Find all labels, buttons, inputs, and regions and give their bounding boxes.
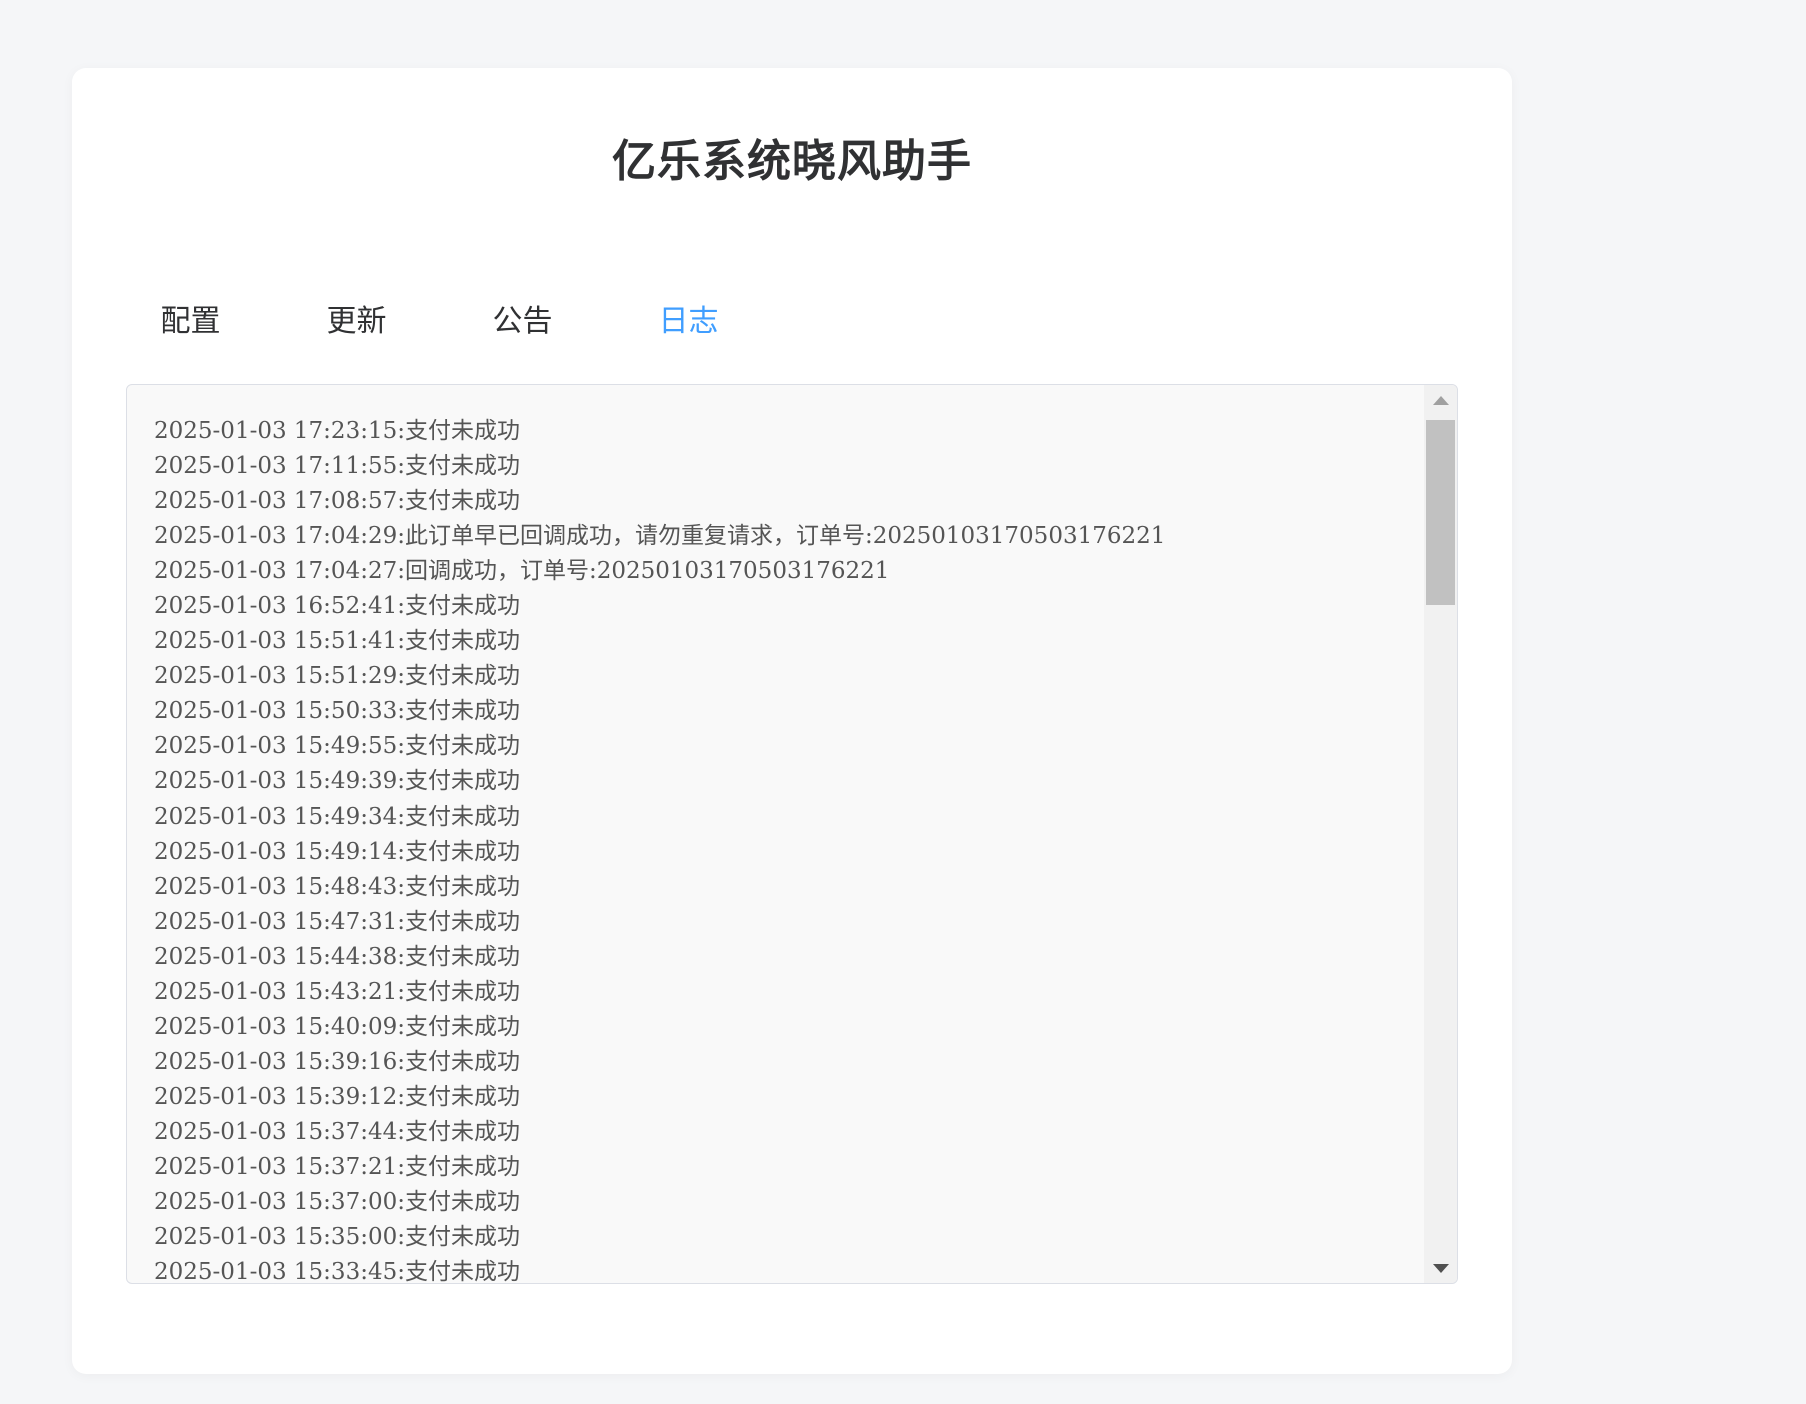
- log-line: 2025-01-03 15:37:21:支付未成功: [154, 1150, 1417, 1185]
- log-line: 2025-01-03 15:50:33:支付未成功: [154, 694, 1417, 729]
- log-line: 2025-01-03 15:39:12:支付未成功: [154, 1080, 1417, 1115]
- main-card: 亿乐系统晓风助手 配置 更新 公告 日志 2025-01-03 17:23:15…: [72, 68, 1512, 1374]
- log-content: 2025-01-03 17:23:15:支付未成功2025-01-03 17:1…: [154, 414, 1417, 1283]
- log-line: 2025-01-03 15:51:29:支付未成功: [154, 659, 1417, 694]
- scroll-thumb[interactable]: [1426, 420, 1455, 605]
- tab-bar: 配置 更新 公告 日志: [126, 252, 1458, 398]
- log-textarea[interactable]: 2025-01-03 17:23:15:支付未成功2025-01-03 17:1…: [126, 384, 1458, 1284]
- log-line: 2025-01-03 15:43:21:支付未成功: [154, 975, 1417, 1010]
- log-line: 2025-01-03 15:39:16:支付未成功: [154, 1045, 1417, 1080]
- log-line: 2025-01-03 15:51:41:支付未成功: [154, 624, 1417, 659]
- tab-update[interactable]: 更新: [292, 252, 421, 398]
- log-line: 2025-01-03 15:49:39:支付未成功: [154, 764, 1417, 799]
- log-line: 2025-01-03 17:08:57:支付未成功: [154, 484, 1417, 519]
- log-line: 2025-01-03 15:37:44:支付未成功: [154, 1115, 1417, 1150]
- log-line: 2025-01-03 15:40:09:支付未成功: [154, 1010, 1417, 1045]
- scroll-down-arrow-icon[interactable]: [1424, 1253, 1457, 1283]
- tab-announcement[interactable]: 公告: [458, 252, 587, 398]
- scroll-up-arrow-icon[interactable]: [1424, 385, 1457, 415]
- log-line: 2025-01-03 16:52:41:支付未成功: [154, 589, 1417, 624]
- log-line: 2025-01-03 15:49:34:支付未成功: [154, 800, 1417, 835]
- tab-log[interactable]: 日志: [624, 252, 753, 398]
- log-line: 2025-01-03 15:49:14:支付未成功: [154, 835, 1417, 870]
- log-line: 2025-01-03 15:48:43:支付未成功: [154, 870, 1417, 905]
- log-line: 2025-01-03 15:37:00:支付未成功: [154, 1185, 1417, 1220]
- log-line: 2025-01-03 15:33:45:支付未成功: [154, 1255, 1417, 1283]
- log-line: 2025-01-03 15:47:31:支付未成功: [154, 905, 1417, 940]
- log-line: 2025-01-03 15:49:55:支付未成功: [154, 729, 1417, 764]
- log-line: 2025-01-03 17:04:29:此订单早已回调成功，请勿重复请求，订单号…: [154, 519, 1417, 554]
- tab-config[interactable]: 配置: [126, 252, 255, 398]
- page-title: 亿乐系统晓风助手: [72, 132, 1512, 192]
- log-line: 2025-01-03 17:04:27:回调成功，订单号:20250103170…: [154, 554, 1417, 589]
- log-line: 2025-01-03 17:11:55:支付未成功: [154, 449, 1417, 484]
- log-line: 2025-01-03 17:23:15:支付未成功: [154, 414, 1417, 449]
- log-line: 2025-01-03 15:35:00:支付未成功: [154, 1220, 1417, 1255]
- tab-log-label: 日志: [659, 270, 719, 374]
- tab-update-label: 更新: [327, 270, 387, 374]
- tab-announcement-label: 公告: [493, 270, 553, 374]
- tab-config-label: 配置: [161, 270, 221, 374]
- log-line: 2025-01-03 15:44:38:支付未成功: [154, 940, 1417, 975]
- log-scrollbar[interactable]: [1424, 385, 1457, 1283]
